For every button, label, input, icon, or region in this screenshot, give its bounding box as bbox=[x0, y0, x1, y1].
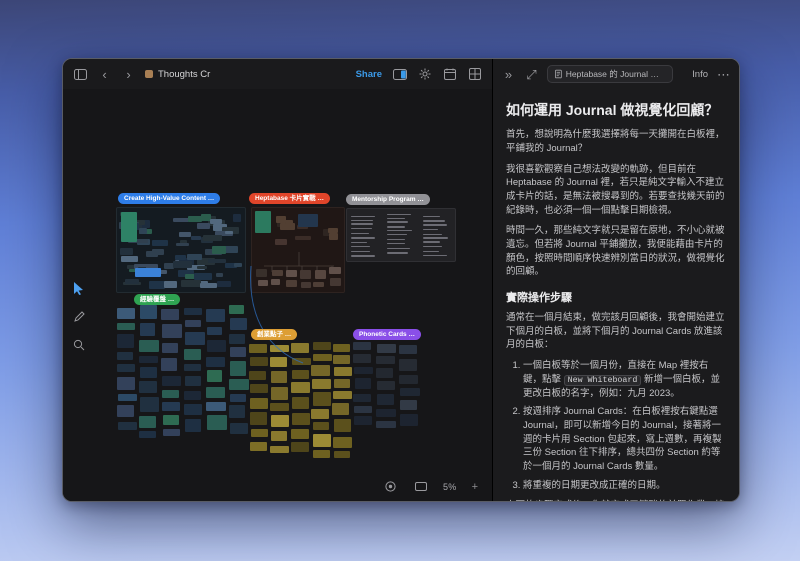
board-title[interactable]: Thoughts Cr bbox=[145, 69, 210, 80]
list-item: 將重複的日期更改成正確的日期。 bbox=[523, 479, 727, 493]
section-pill-phonetic[interactable]: Phonetic Cards … bbox=[353, 329, 421, 340]
card-cluster-startup-ideas[interactable] bbox=[249, 341, 353, 459]
select-cursor-tool-icon[interactable] bbox=[71, 281, 86, 296]
focus-target-icon[interactable] bbox=[383, 479, 398, 494]
section-board-heptabase-practice[interactable] bbox=[251, 207, 345, 293]
zoom-level[interactable]: 5% bbox=[443, 482, 457, 492]
steps-list: 一個白板等於一個月份，直接在 Map 裡按右鍵，點擊 New Whiteboar… bbox=[506, 359, 727, 492]
board-title-label: Thoughts Cr bbox=[158, 69, 210, 80]
share-button[interactable]: Share bbox=[356, 69, 382, 80]
whiteboard-canvas[interactable]: Create High-Value Content … Heptabase 卡片… bbox=[63, 89, 492, 501]
fit-screen-icon[interactable] bbox=[413, 479, 428, 494]
list-item: 一個白板等於一個月份，直接在 Map 裡按右鍵，點擊 New Whiteboar… bbox=[523, 359, 727, 400]
card-group bbox=[252, 208, 346, 248]
note-panel: » ⤢ Heptabase 的 Journal 使用方... Info ⋯ 如何… bbox=[493, 59, 739, 501]
section-pill-create-high-value[interactable]: Create High-Value Content … bbox=[118, 193, 220, 204]
main-toolbar: ‹ › Thoughts Cr Share bbox=[63, 59, 492, 89]
canvas-zoom-dock: 5% + − bbox=[383, 479, 492, 494]
note-tab[interactable]: Heptabase 的 Journal 使用方... bbox=[547, 65, 673, 83]
card-cluster-experience-review[interactable] bbox=[116, 305, 251, 439]
collapse-panel-icon[interactable]: » bbox=[501, 67, 516, 82]
canvas-tool-rail bbox=[71, 281, 86, 352]
new-whiteboard-chip: New Whiteboard bbox=[564, 375, 642, 386]
note-panel-toolbar: » ⤢ Heptabase 的 Journal 使用方... Info ⋯ bbox=[493, 59, 739, 89]
list-item: 按週排序 Journal Cards：在白板裡按右鍵點選 Journal，即可以… bbox=[523, 405, 727, 473]
expand-note-icon[interactable]: ⤢ bbox=[524, 67, 539, 82]
note-tab-title: Heptabase 的 Journal 使用方... bbox=[566, 68, 665, 80]
whiteboard-icon bbox=[145, 70, 153, 78]
table-view-icon[interactable] bbox=[467, 67, 482, 82]
article-paragraph: 首先，想說明為什麼我選擇將每一天攤開在白板裡，平鋪我的 Journal？ bbox=[506, 128, 727, 155]
forward-button[interactable]: › bbox=[121, 67, 136, 82]
pen-tool-icon[interactable] bbox=[71, 309, 86, 324]
article-subheading: 實際操作步驟 bbox=[506, 289, 727, 305]
document-icon bbox=[555, 69, 562, 79]
article-paragraph: 時間一久，那些純文字就只是留在原地，不小心就被遺忘。但若將 Journal 平鋪… bbox=[506, 224, 727, 279]
article-content: 如何運用 Journal 做視覺化回顧？ 首先，想說明為什麼我選擇將每一天攤開在… bbox=[493, 89, 739, 501]
section-pill-heptabase-practice[interactable]: Heptabase 卡片實戰 … bbox=[249, 193, 330, 204]
article-paragraph: 通常在一個月結束，做完該月回顧後，我會開始建立下個月的白板，並將下個月的 Jou… bbox=[506, 311, 727, 352]
section-pill-experience-review[interactable]: 經驗覆盤 … bbox=[134, 294, 180, 305]
section-board-mentorship[interactable] bbox=[346, 208, 456, 262]
section-board-create-high-value[interactable] bbox=[116, 207, 246, 293]
sidebar-toggle-icon[interactable] bbox=[73, 67, 88, 82]
right-panel-toggle-icon[interactable] bbox=[392, 67, 407, 82]
search-tool-icon[interactable] bbox=[71, 337, 86, 352]
article-paragraph: 上面的步驟完成後，你就完成了繁瑣的前置作業，接著就可以開始每天記錄 Journa… bbox=[506, 499, 727, 501]
card-cluster-phonetic[interactable] bbox=[353, 341, 421, 429]
whiteboard-pane: ‹ › Thoughts Cr Share bbox=[63, 59, 492, 501]
back-button[interactable]: ‹ bbox=[97, 67, 112, 82]
info-button[interactable]: Info bbox=[692, 69, 708, 80]
app-window: ‹ › Thoughts Cr Share bbox=[62, 58, 740, 502]
section-pill-mentorship[interactable]: Mentorship Program … bbox=[346, 194, 430, 205]
settings-gear-icon[interactable] bbox=[417, 67, 432, 82]
zoom-in-button[interactable]: + bbox=[472, 481, 478, 493]
article-paragraph: 我很喜歡觀察自己想法改變的軌跡，但目前在 Heptabase 的 Journal… bbox=[506, 163, 727, 218]
more-options-icon[interactable]: ⋯ bbox=[716, 67, 731, 82]
article-title: 如何運用 Journal 做視覺化回顧？ bbox=[506, 101, 727, 119]
calendar-icon[interactable] bbox=[442, 67, 457, 82]
section-pill-startup-ideas[interactable]: 創業點子 … bbox=[251, 329, 297, 340]
card-group bbox=[256, 266, 342, 292]
